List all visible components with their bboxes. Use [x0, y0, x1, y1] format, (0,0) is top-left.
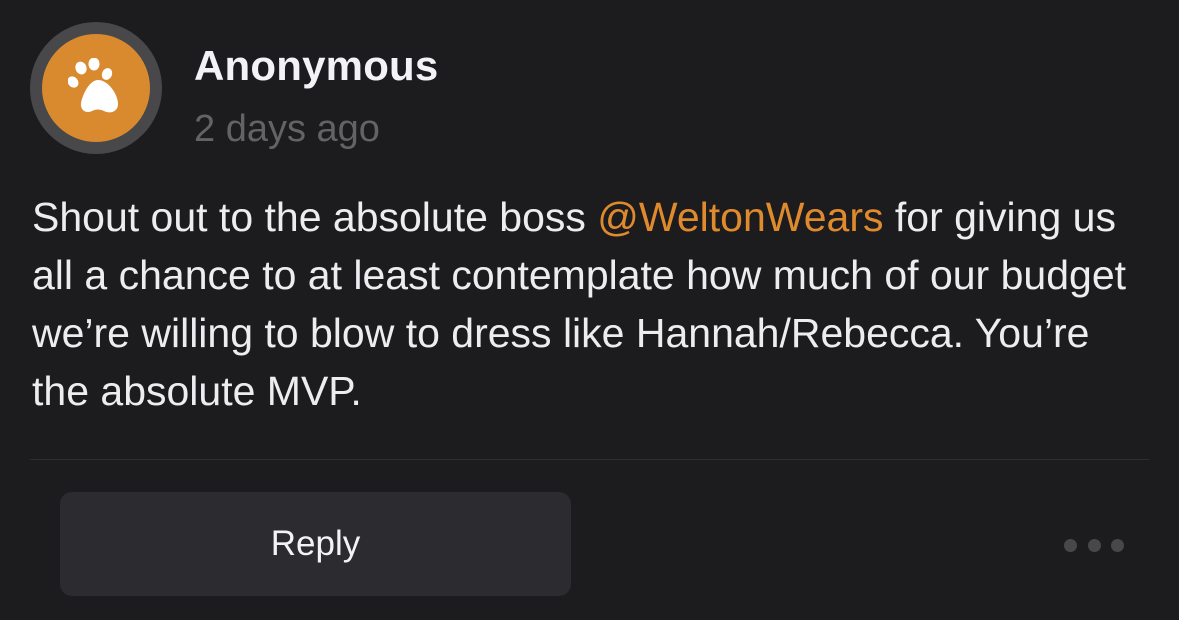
dot: [1111, 538, 1124, 552]
avatar-circle: [42, 34, 150, 142]
comment-card: Anonymous 2 days ago Shout out to the ab…: [0, 0, 1179, 620]
paw-icon: [68, 58, 118, 113]
post-body: Shout out to the absolute boss @WeltonWe…: [32, 188, 1152, 420]
dot: [1087, 538, 1101, 552]
avatar[interactable]: [30, 22, 162, 154]
post-timestamp: 2 days ago: [194, 108, 380, 150]
reply-button-label: Reply: [270, 524, 361, 563]
author-name[interactable]: Anonymous: [194, 42, 438, 90]
reply-button[interactable]: Reply: [60, 492, 571, 596]
post-body-start: Shout out to the absolute boss: [32, 194, 598, 240]
dot: [1064, 538, 1077, 552]
divider: [30, 459, 1149, 460]
mention-link[interactable]: @WeltonWears: [597, 194, 883, 240]
more-dots-icon[interactable]: [1064, 530, 1124, 560]
